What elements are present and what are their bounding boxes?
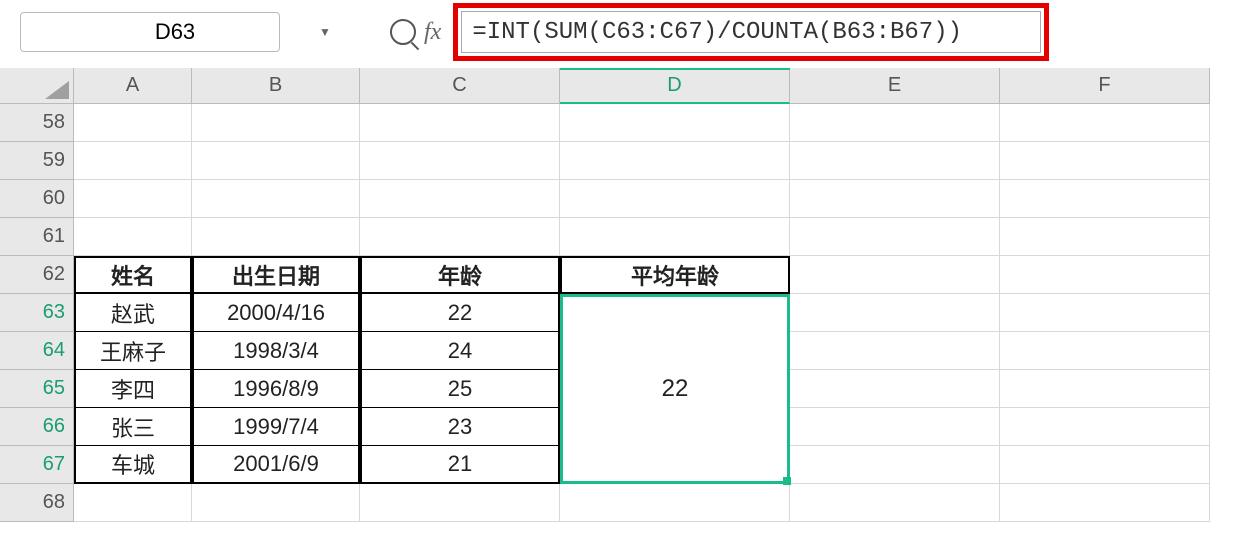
cell-age[interactable]: 24	[360, 332, 560, 370]
cell[interactable]	[74, 142, 192, 180]
header-age[interactable]: 年龄	[360, 256, 560, 294]
cell-birthdate[interactable]: 2000/4/16	[192, 294, 360, 332]
cell[interactable]	[790, 104, 1000, 142]
cell[interactable]	[1000, 180, 1210, 218]
cell-name[interactable]: 张三	[74, 408, 192, 446]
cell[interactable]	[1000, 446, 1210, 484]
cell[interactable]	[1000, 332, 1210, 370]
search-icon[interactable]	[390, 19, 416, 45]
column-headers: A B C D E F	[74, 68, 1210, 104]
cell-age[interactable]: 22	[360, 294, 560, 332]
row-header[interactable]: 63	[0, 294, 74, 332]
row-headers: 58 59 60 61 62 63 64 65 66 67 68	[0, 104, 74, 522]
cell-age[interactable]: 21	[360, 446, 560, 484]
header-name[interactable]: 姓名	[74, 256, 192, 294]
cell[interactable]	[192, 104, 360, 142]
cell-birthdate[interactable]: 1998/3/4	[192, 332, 360, 370]
row-header[interactable]: 64	[0, 332, 74, 370]
formula-input[interactable]: =INT(SUM(C63:C67)/COUNTA(B63:B67))	[461, 11, 1041, 53]
cell[interactable]	[74, 484, 192, 522]
cell[interactable]	[790, 294, 1000, 332]
col-header-f[interactable]: F	[1000, 68, 1210, 104]
cell[interactable]	[790, 484, 1000, 522]
cell[interactable]	[1000, 218, 1210, 256]
name-box-input[interactable]	[31, 19, 319, 45]
cell[interactable]	[74, 218, 192, 256]
cell[interactable]	[192, 142, 360, 180]
col-header-a[interactable]: A	[74, 68, 192, 104]
cell[interactable]	[790, 142, 1000, 180]
cell[interactable]	[1000, 370, 1210, 408]
chevron-down-icon[interactable]: ▼	[319, 25, 331, 39]
cell[interactable]	[560, 104, 790, 142]
cell[interactable]	[790, 446, 1000, 484]
cell[interactable]	[74, 104, 192, 142]
cell-birthdate[interactable]: 1996/8/9	[192, 370, 360, 408]
row-header[interactable]: 66	[0, 408, 74, 446]
select-all-corner[interactable]	[0, 68, 74, 104]
formula-bar-area: ▼ fx =INT(SUM(C63:C67)/COUNTA(B63:B67))	[0, 0, 1240, 64]
formula-highlight-box: =INT(SUM(C63:C67)/COUNTA(B63:B67))	[453, 3, 1049, 61]
column-d-selection-line	[560, 68, 790, 70]
cell-age[interactable]: 23	[360, 408, 560, 446]
cell[interactable]	[192, 218, 360, 256]
cell[interactable]	[1000, 256, 1210, 294]
row-header[interactable]: 67	[0, 446, 74, 484]
cell-name[interactable]: 赵武	[74, 294, 192, 332]
cell[interactable]	[790, 218, 1000, 256]
cell[interactable]	[360, 218, 560, 256]
fx-icon[interactable]: fx	[424, 19, 441, 46]
cell-birthdate[interactable]: 1999/7/4	[192, 408, 360, 446]
fx-section: fx =INT(SUM(C63:C67)/COUNTA(B63:B67))	[390, 3, 1049, 61]
cell[interactable]	[560, 218, 790, 256]
header-avg-age[interactable]: 平均年龄	[560, 256, 790, 294]
cell[interactable]	[360, 142, 560, 180]
header-birthdate[interactable]: 出生日期	[192, 256, 360, 294]
cell[interactable]	[360, 484, 560, 522]
row-header[interactable]: 62	[0, 256, 74, 294]
name-box[interactable]: ▼	[20, 12, 280, 52]
cell[interactable]	[560, 484, 790, 522]
cells-area: 姓名 出生日期 年龄 平均年龄 赵武 2000/4/16 22 王麻子 1998…	[74, 104, 1210, 522]
row-header[interactable]: 61	[0, 218, 74, 256]
row-header[interactable]: 59	[0, 142, 74, 180]
cell[interactable]	[790, 370, 1000, 408]
cell[interactable]	[560, 180, 790, 218]
cell[interactable]	[790, 256, 1000, 294]
cell[interactable]	[192, 484, 360, 522]
col-header-e[interactable]: E	[790, 68, 1000, 104]
row-header[interactable]: 65	[0, 370, 74, 408]
active-merged-cell-d63[interactable]: 22	[560, 294, 790, 484]
row-header[interactable]: 60	[0, 180, 74, 218]
cell-name[interactable]: 车城	[74, 446, 192, 484]
row-header[interactable]: 68	[0, 484, 74, 522]
col-header-c[interactable]: C	[360, 68, 560, 104]
cell-birthdate[interactable]: 2001/6/9	[192, 446, 360, 484]
cell[interactable]	[1000, 484, 1210, 522]
cell[interactable]	[1000, 408, 1210, 446]
cell[interactable]	[360, 104, 560, 142]
cell[interactable]	[1000, 142, 1210, 180]
cell[interactable]	[192, 180, 360, 218]
cell[interactable]	[1000, 104, 1210, 142]
cell[interactable]	[1000, 294, 1210, 332]
cell[interactable]	[74, 180, 192, 218]
cell[interactable]	[790, 332, 1000, 370]
row-header[interactable]: 58	[0, 104, 74, 142]
col-header-b[interactable]: B	[192, 68, 360, 104]
cell-name[interactable]: 李四	[74, 370, 192, 408]
cell[interactable]	[790, 180, 1000, 218]
col-header-d[interactable]: D	[560, 68, 790, 104]
cell[interactable]	[560, 142, 790, 180]
cell-name[interactable]: 王麻子	[74, 332, 192, 370]
cell-age[interactable]: 25	[360, 370, 560, 408]
cell[interactable]	[790, 408, 1000, 446]
cell[interactable]	[360, 180, 560, 218]
